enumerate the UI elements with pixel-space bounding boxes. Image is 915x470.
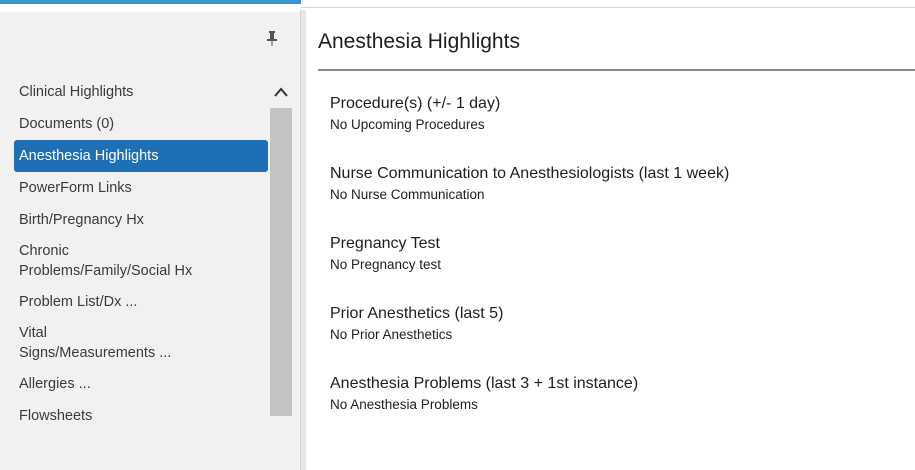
section-value: No Pregnancy test — [330, 257, 442, 272]
tab-strip-line — [301, 7, 915, 8]
main-panel: Anesthesia Highlights Procedure(s) (+/- … — [306, 10, 915, 470]
sidebar-item-flowsheets[interactable]: Flowsheets — [14, 400, 268, 432]
sidebar-item-allergies[interactable]: Allergies ... — [14, 368, 268, 400]
pin-icon[interactable] — [266, 30, 278, 46]
section-value: No Prior Anesthetics — [330, 327, 453, 342]
title-divider — [318, 69, 915, 71]
section-title: Prior Anesthetics (last 5) — [330, 305, 504, 322]
section-title: Nurse Communication to Anesthesiologists… — [330, 165, 730, 182]
sidebar-item-birth-pregnancy-hx[interactable]: Birth/Pregnancy Hx — [14, 204, 268, 236]
active-tab-indicator — [0, 0, 301, 4]
page-title: Anesthesia Highlights — [318, 30, 520, 53]
sidebar-nav: Clinical Highlights Documents (0) Anesth… — [14, 76, 268, 432]
sidebar-item-problem-list[interactable]: Problem List/Dx ... — [14, 286, 268, 318]
section-title: Anesthesia Problems (last 3 + 1st instan… — [330, 375, 639, 392]
sidebar-item-clinical-highlights[interactable]: Clinical Highlights — [14, 76, 268, 108]
sidebar-item-vital-signs[interactable]: Vital Signs/Measurements ... — [14, 318, 268, 368]
section-title: Pregnancy Test — [330, 235, 440, 252]
section-value: No Anesthesia Problems — [330, 397, 478, 412]
sidebar: Clinical Highlights Documents (0) Anesth… — [0, 12, 300, 470]
section-pregnancy-test: Pregnancy Test No Pregnancy test — [330, 234, 910, 274]
highlights-sections: Procedure(s) (+/- 1 day) No Upcoming Pro… — [330, 94, 910, 444]
section-prior-anesthetics: Prior Anesthetics (last 5) No Prior Anes… — [330, 304, 910, 344]
sidebar-item-powerform-links[interactable]: PowerForm Links — [14, 172, 268, 204]
section-procedures: Procedure(s) (+/- 1 day) No Upcoming Pro… — [330, 94, 910, 134]
sidebar-item-chronic-problems[interactable]: Chronic Problems/Family/Social Hx — [14, 236, 268, 286]
sidebar-scrollbar-thumb[interactable] — [270, 108, 292, 416]
section-value: No Upcoming Procedures — [330, 117, 485, 132]
sidebar-item-anesthesia-highlights[interactable]: Anesthesia Highlights — [14, 140, 268, 172]
sidebar-item-documents[interactable]: Documents (0) — [14, 108, 268, 140]
scroll-up-chevron-icon[interactable] — [272, 84, 290, 100]
top-tab-strip — [0, 0, 915, 10]
section-nurse-communication: Nurse Communication to Anesthesiologists… — [330, 164, 910, 204]
section-anesthesia-problems: Anesthesia Problems (last 3 + 1st instan… — [330, 374, 910, 414]
section-value: No Nurse Communication — [330, 187, 485, 202]
section-title: Procedure(s) (+/- 1 day) — [330, 95, 501, 112]
